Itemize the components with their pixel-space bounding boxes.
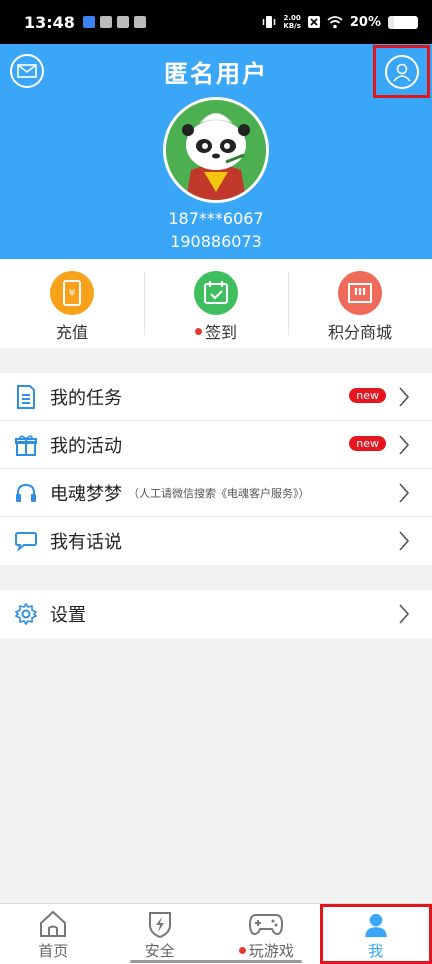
document-icon [14,384,38,409]
avatar[interactable] [163,97,269,203]
tab-games-label: 玩游戏 [248,942,294,960]
tab-me[interactable]: 我 [319,904,432,964]
panda-avatar-icon [166,100,266,200]
wifi-icon [327,16,343,29]
page-title: 匿名用户 [164,60,268,88]
bottom-navigation: 首页 安全 玩游戏 我 [0,903,432,964]
person-icon [365,913,387,938]
list-item-customer-service[interactable]: 电魂梦梦 （人工请微信搜索《电魂客户服务》） [0,469,432,517]
chevron-right-icon [399,604,410,624]
quick-actions: ¥ 充值 签到 积分商城 [0,259,432,348]
home-icon [40,910,67,937]
phone-number: 187***6067 [168,209,264,228]
recharge-label: 充值 [55,323,88,342]
games-dot [238,947,246,954]
list-item-feedback[interactable]: 我有话说 [0,517,432,565]
app-notification-icon [82,16,95,28]
recharge-button[interactable]: ¥ 充值 [0,259,144,348]
account-button[interactable] [373,45,430,98]
calendar-check-icon [194,271,238,315]
points-mall-button[interactable]: 积分商城 [288,259,432,348]
shield-bolt-icon [148,912,171,938]
status-time: 13:48 [24,12,75,32]
new-badge: new [349,436,386,451]
svg-text:¥: ¥ [69,288,75,299]
sim-icon [116,16,129,28]
customer-service-label: 电魂梦梦 [50,483,122,505]
tab-games[interactable]: 玩游戏 [213,904,320,964]
gamepad-icon [249,914,284,936]
status-bar: 13:48 2.00 KB/s 20% [0,0,432,44]
calendar-icon [133,16,146,28]
activities-label: 我的活动 [50,435,122,457]
network-speed: 2.00 KB/s [283,14,301,30]
customer-service-note: （人工请微信搜索《电魂客户服务》） [128,486,310,500]
tab-home[interactable]: 首页 [0,904,107,964]
user-icon [392,63,411,82]
tab-me-label: 我 [368,942,384,960]
list-item-activities[interactable]: 我的活动 new [0,421,432,469]
list-item-tasks[interactable]: 我的任务 new [0,373,432,421]
gesture-bar [130,960,302,963]
chevron-right-icon [399,483,410,503]
battery-percent: 20% [349,14,381,30]
phone-yen-icon: ¥ [50,271,94,315]
profile-header: 匿名用户 187***6067 190886073 [0,44,432,259]
tiktok-icon [99,16,112,28]
gift-icon [14,433,38,457]
tab-home-label: 首页 [38,942,69,960]
x-box-icon [307,16,320,28]
settings-list: 设置 [0,590,432,638]
battery-icon [388,15,418,29]
checkin-label: 签到 [204,323,237,342]
feedback-label: 我有话说 [50,532,122,553]
chevron-right-icon [399,435,410,455]
checkin-dot [194,327,202,335]
chevron-right-icon [399,387,410,407]
shop-icon [338,271,382,315]
settings-label: 设置 [50,605,86,626]
new-badge: new [349,388,386,403]
gear-icon [14,602,38,626]
tasks-label: 我的任务 [50,387,122,409]
chevron-right-icon [399,531,410,551]
list-item-settings[interactable]: 设置 [0,590,432,638]
menu-list: 我的任务 new 我的活动 new 电魂梦梦 （人工请微信搜索《电魂客户服务》）… [0,373,432,565]
chat-bubble-icon [14,529,38,553]
points-mall-label: 积分商城 [327,323,392,342]
user-id: 190886073 [170,232,262,251]
checkin-button[interactable]: 签到 [144,259,288,348]
tab-security-label: 安全 [144,942,175,960]
vibrate-icon [263,16,276,28]
headset-icon [14,481,38,505]
tab-security[interactable]: 安全 [107,904,214,964]
